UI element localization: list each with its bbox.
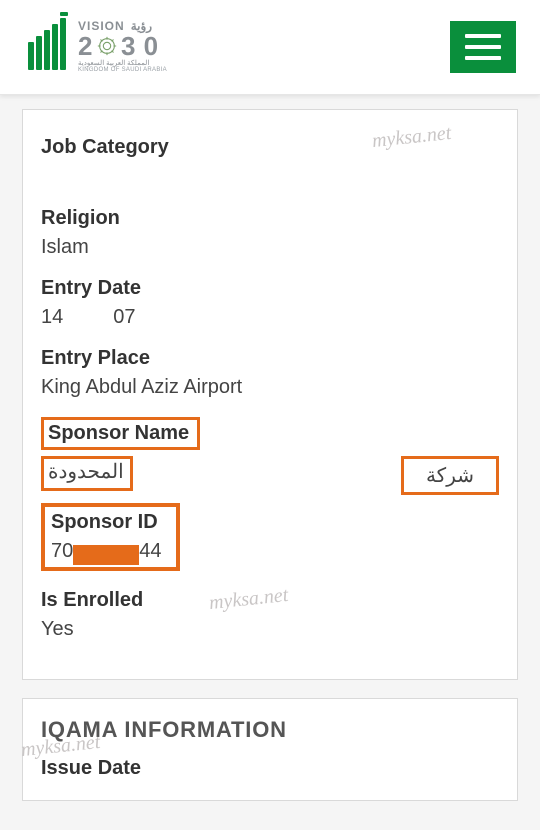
sponsor-id-prefix: 70 xyxy=(51,540,73,562)
iqama-card: myksa.net IQAMA INFORMATION Issue Date xyxy=(22,698,518,801)
entry-date-label: Entry Date xyxy=(41,277,499,300)
entry-date-day: 14 xyxy=(41,306,63,328)
page-body: myksa.net myksa.net Job Category Religio… xyxy=(0,95,540,801)
sponsor-id-block-highlighted: Sponsor ID 70 44 xyxy=(41,503,180,571)
logo-text: VISION رؤية 2 3 0 المملكة العربية السعود… xyxy=(78,20,167,74)
religion-label: Religion xyxy=(41,207,499,230)
sponsor-id-suffix: 44 xyxy=(139,540,161,562)
logo: VISION رؤية 2 3 0 المملكة العربية السعود… xyxy=(28,20,167,74)
logo-tagline-en: KINGDOM OF SAUDI ARABIA xyxy=(78,67,167,73)
gear-icon xyxy=(96,35,118,57)
sponsor-id-label: Sponsor ID xyxy=(51,511,162,534)
issue-date-label: Issue Date xyxy=(41,757,499,780)
entry-date-value: 14 07 xyxy=(41,306,499,329)
app-header: VISION رؤية 2 3 0 المملكة العربية السعود… xyxy=(0,0,540,95)
entry-place-value: King Abdul Aziz Airport xyxy=(41,376,499,399)
logo-year-30: 3 0 xyxy=(121,33,159,60)
logo-tagline-ar: المملكة العربية السعودية xyxy=(78,60,167,67)
sponsor-name-value-left: المحدودة xyxy=(41,456,133,491)
job-category-label: Job Category xyxy=(41,136,499,159)
iqama-section-title: IQAMA INFORMATION xyxy=(41,713,499,743)
is-enrolled-value: Yes xyxy=(41,618,499,641)
hamburger-icon xyxy=(465,34,501,38)
sponsor-name-value-right: شركة xyxy=(401,456,499,495)
religion-value: Islam xyxy=(41,236,499,259)
logo-year-2: 2 xyxy=(78,33,93,60)
redaction-bar xyxy=(73,545,139,565)
entry-place-label: Entry Place xyxy=(41,347,499,370)
is-enrolled-label: Is Enrolled xyxy=(41,589,499,612)
sponsor-name-label-highlighted: Sponsor Name xyxy=(41,417,200,450)
entry-date-month: 07 xyxy=(113,306,135,328)
sponsor-id-value: 70 44 xyxy=(51,540,162,563)
details-card: myksa.net myksa.net Job Category Religio… xyxy=(22,109,518,680)
logo-bars-icon xyxy=(28,24,66,70)
menu-button[interactable] xyxy=(450,21,516,73)
